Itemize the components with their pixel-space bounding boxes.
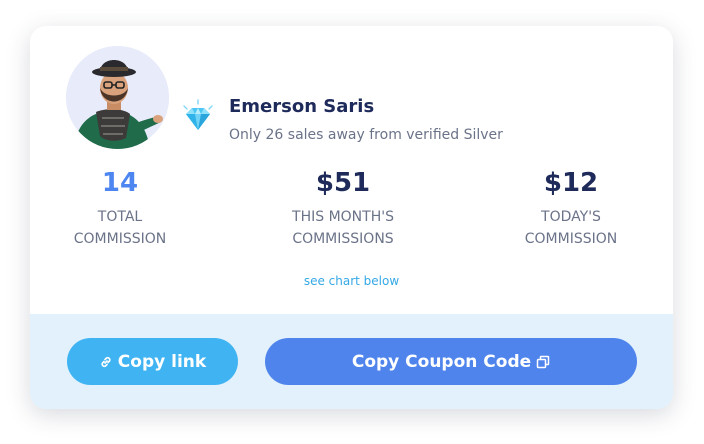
copy-coupon-label: Copy Coupon Code bbox=[351, 351, 532, 372]
avatar bbox=[66, 46, 169, 149]
copy-link-button[interactable]: Copy link bbox=[67, 338, 238, 385]
stat-label: TOTAL COMMISSION bbox=[30, 206, 210, 250]
stat-today-commission: $12 TODAY'S COMMISSION bbox=[481, 166, 661, 250]
stat-month-commission: $51 THIS MONTH'S COMMISSIONS bbox=[253, 166, 433, 250]
stat-label-line: TOTAL bbox=[97, 209, 143, 225]
status-text: Only 26 sales away from verified Silver bbox=[229, 127, 503, 143]
see-chart-link[interactable]: see chart below bbox=[30, 274, 673, 288]
stat-label-line: COMMISSION bbox=[73, 231, 167, 247]
copy-coupon-button[interactable]: Copy Coupon Code bbox=[265, 338, 637, 385]
stat-value: $12 bbox=[543, 168, 599, 198]
stat-value: $51 bbox=[315, 168, 371, 198]
stat-label-line: TODAY'S bbox=[541, 209, 601, 225]
stat-label: THIS MONTH'S COMMISSIONS bbox=[253, 206, 433, 250]
stat-label-line: THIS MONTH'S bbox=[292, 209, 394, 225]
stat-value: 14 bbox=[101, 168, 139, 198]
stat-label: TODAY'S COMMISSION bbox=[481, 206, 661, 250]
stat-label-line: COMMISSION bbox=[524, 231, 618, 247]
diamond-icon bbox=[178, 98, 218, 138]
link-icon bbox=[99, 355, 113, 369]
copy-link-label: Copy link bbox=[117, 351, 207, 372]
person-avatar-icon bbox=[66, 46, 169, 149]
stat-total-commission: 14 TOTAL COMMISSION bbox=[30, 166, 210, 250]
commission-card: Emerson Saris Only 26 sales away from ve… bbox=[30, 26, 673, 409]
actions-footer: Copy link Copy Coupon Code bbox=[30, 314, 673, 409]
user-name: Emerson Saris bbox=[229, 96, 375, 117]
copy-icon bbox=[536, 355, 550, 369]
stat-label-line: COMMISSIONS bbox=[292, 231, 394, 247]
